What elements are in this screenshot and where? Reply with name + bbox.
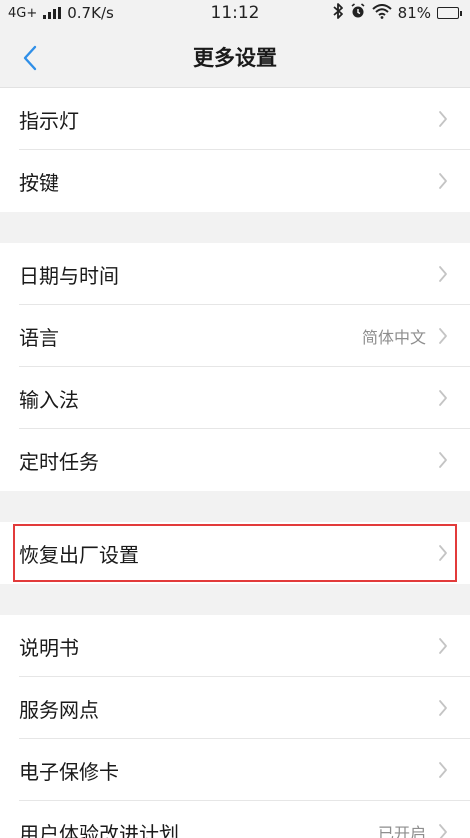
settings-item-label: 用户体验改进计划 — [19, 821, 179, 838]
settings-item-label: 电子保修卡 — [19, 759, 119, 784]
settings-list: 指示灯 按键 日期与时间 语言 简体中文 输入法 定时任务 恢复出厂设置 说明书… — [0, 88, 470, 838]
battery-icon — [437, 7, 462, 19]
chevron-right-icon — [436, 760, 450, 780]
back-button[interactable] — [10, 38, 50, 78]
settings-group-3: 恢复出厂设置 — [0, 522, 470, 584]
chevron-right-icon — [436, 326, 450, 346]
chevron-right-icon — [436, 543, 450, 563]
settings-item-language[interactable]: 语言 简体中文 — [0, 305, 470, 367]
screen: 4G+ 0.7K/s 11:12 81% 更多设置 指示灯 按键 日期与时间 语… — [0, 0, 470, 838]
status-right: 81% — [333, 3, 462, 23]
settings-item-service-outlets[interactable]: 服务网点 — [0, 677, 470, 739]
status-left: 4G+ 0.7K/s — [8, 4, 114, 22]
settings-item-label: 服务网点 — [19, 697, 99, 722]
settings-item-value: 简体中文 — [361, 328, 426, 347]
settings-item-date-time[interactable]: 日期与时间 — [0, 243, 470, 305]
chevron-left-icon — [23, 45, 37, 71]
alarm-icon — [350, 3, 366, 23]
chevron-right-icon — [436, 264, 450, 284]
status-bar: 4G+ 0.7K/s 11:12 81% — [0, 0, 470, 26]
nav-bar: 更多设置 — [0, 26, 470, 88]
settings-item-label: 指示灯 — [19, 108, 79, 133]
settings-item-label: 恢复出厂设置 — [19, 542, 139, 567]
settings-group-2: 日期与时间 语言 简体中文 输入法 定时任务 — [0, 243, 470, 491]
settings-item-value: 已开启 — [377, 824, 426, 838]
group-separator — [0, 212, 470, 243]
network-type: 4G+ — [8, 5, 38, 21]
group-separator — [0, 491, 470, 522]
settings-item-scheduled-tasks[interactable]: 定时任务 — [0, 429, 470, 491]
chevron-right-icon — [436, 698, 450, 718]
signal-icon — [43, 7, 62, 19]
wifi-icon — [371, 3, 392, 23]
settings-item-label: 按键 — [19, 170, 59, 195]
settings-item-indicator-light[interactable]: 指示灯 — [0, 88, 470, 150]
chevron-right-icon — [436, 450, 450, 470]
settings-item-label: 输入法 — [19, 387, 79, 412]
settings-item-keys[interactable]: 按键 — [0, 150, 470, 212]
settings-item-manual[interactable]: 说明书 — [0, 615, 470, 677]
settings-group-4: 说明书 服务网点 电子保修卡 用户体验改进计划 已开启 — [0, 615, 470, 838]
battery-percent: 81% — [397, 4, 431, 22]
chevron-right-icon — [436, 636, 450, 656]
settings-item-input-method[interactable]: 输入法 — [0, 367, 470, 429]
page-title: 更多设置 — [193, 45, 277, 70]
chevron-right-icon — [436, 822, 450, 838]
bluetooth-icon — [333, 3, 344, 23]
settings-item-warranty-card[interactable]: 电子保修卡 — [0, 739, 470, 801]
settings-item-ux-improvement[interactable]: 用户体验改进计划 已开启 — [0, 801, 470, 838]
chevron-right-icon — [436, 171, 450, 191]
settings-group-1: 指示灯 按键 — [0, 88, 470, 212]
chevron-right-icon — [436, 109, 450, 129]
settings-item-label: 日期与时间 — [19, 263, 119, 288]
network-speed: 0.7K/s — [67, 4, 114, 22]
settings-item-label: 说明书 — [19, 635, 79, 660]
settings-item-label: 定时任务 — [19, 449, 99, 474]
settings-item-label: 语言 — [19, 325, 59, 350]
chevron-right-icon — [436, 388, 450, 408]
group-separator — [0, 584, 470, 615]
settings-item-factory-reset[interactable]: 恢复出厂设置 — [11, 522, 459, 584]
